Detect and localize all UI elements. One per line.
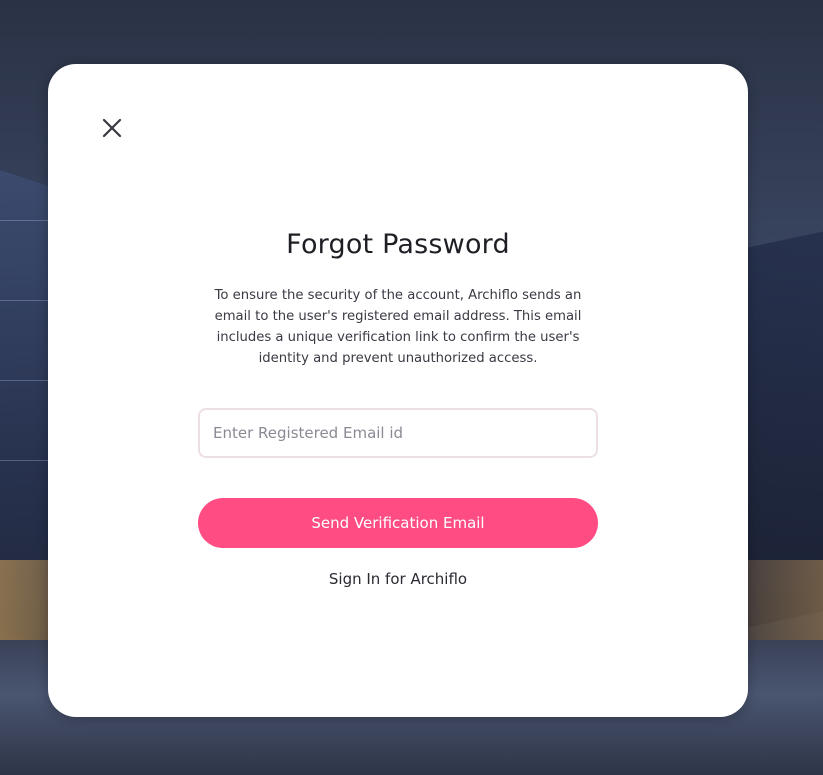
close-button[interactable] — [100, 116, 124, 140]
forgot-password-dialog: Forgot Password To ensure the security o… — [48, 64, 748, 717]
page-title: Forgot Password — [286, 229, 510, 260]
email-field[interactable] — [198, 408, 598, 458]
sign-in-link[interactable]: Sign In for Archiflo — [48, 570, 748, 588]
close-icon — [102, 118, 122, 138]
description-text: To ensure the security of the account, A… — [214, 288, 582, 366]
send-verification-email-button[interactable]: Send Verification Email — [198, 498, 598, 548]
